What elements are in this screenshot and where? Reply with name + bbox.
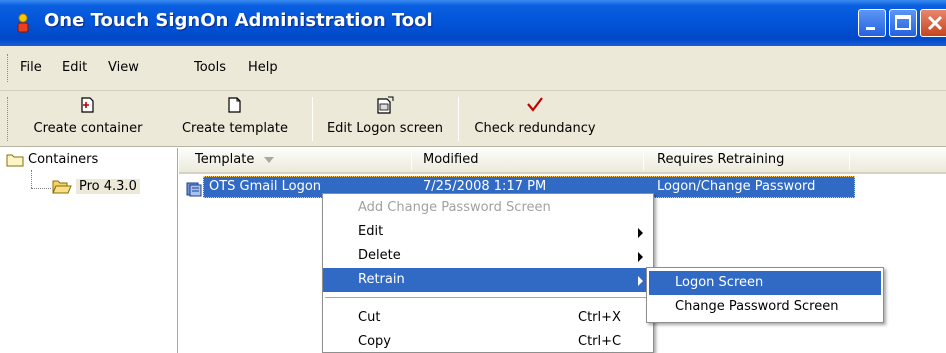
menu-bar: File Edit View Tools Help [0,46,946,91]
maximize-button[interactable] [889,9,917,37]
window-title: One Touch SignOn Administration Tool [44,10,433,31]
menu-tools[interactable]: Tools [194,60,226,75]
menu-view[interactable]: View [108,60,139,75]
tree-connector [31,188,51,189]
toolbar-separator [458,97,459,141]
column-header-requires-retraining[interactable]: Requires Retraining [651,148,784,172]
template-icon [186,182,202,197]
menu-item-label: Retrain [358,272,405,287]
column-divider[interactable] [643,152,644,170]
context-menu: Add Change Password Screen Edit Delete R… [322,193,654,353]
column-header-modified[interactable]: Modified [417,148,478,172]
column-header-label: Template [195,152,255,167]
column-divider[interactable] [849,152,850,170]
menu-help[interactable]: Help [248,60,278,75]
toolbar-separator [312,97,313,141]
submenu-arrow-icon [638,276,643,286]
menu-file[interactable]: File [20,60,42,75]
tree-node-containers[interactable]: Containers [6,152,98,167]
sort-descending-icon [264,156,275,163]
menu-item-shortcut: Ctrl+C [578,334,622,349]
column-divider[interactable] [411,152,412,170]
edit-logon-screen-button[interactable]: Edit Logon screen [318,95,452,143]
minimize-icon [866,27,875,30]
retrain-submenu: Logon Screen Change Password Screen [646,267,884,323]
open-folder-icon [52,180,72,194]
tree-node-label: Pro 4.3.0 [76,178,140,194]
menu-item-label: Edit [358,224,384,239]
create-template-button[interactable]: Create template [172,95,298,143]
tree-node-pro[interactable]: Pro 4.3.0 [52,178,140,194]
edit-screen-icon [377,96,394,114]
submenu-item-change-password-screen[interactable]: Change Password Screen [649,295,881,319]
menubar-grip[interactable] [7,54,10,82]
cell-modified: 7/25/2008 1:17 PM [423,179,547,194]
check-redundancy-label: Check redundancy [474,121,596,136]
menu-item-label: Copy [358,334,391,349]
menu-item-retrain[interactable]: Retrain [323,268,653,292]
new-container-icon [81,97,94,113]
menu-item-edit[interactable]: Edit [323,220,653,244]
menu-edit[interactable]: Edit [62,60,87,75]
close-icon [927,15,943,31]
toolbar-grip[interactable] [7,97,10,141]
edit-logon-screen-label: Edit Logon screen [326,121,444,136]
checkmark-icon [527,97,543,112]
menu-item-label: Cut [358,310,381,325]
cell-requires-retraining: Logon/Change Password [657,179,816,194]
column-header-template[interactable]: Template [189,148,275,172]
tree-node-label: Containers [28,152,99,167]
submenu-arrow-icon [638,252,643,262]
folder-icon [6,154,24,166]
cell-template: OTS Gmail Logon [209,179,322,194]
tree-connector [31,170,32,188]
toolbar: Create container Create template Edit Lo… [0,91,946,147]
submenu-item-logon-screen[interactable]: Logon Screen [649,271,881,295]
menu-item-cut[interactable]: Cut Ctrl+X [323,306,653,330]
maximize-icon [895,15,911,30]
close-button[interactable] [920,9,946,37]
minimize-button[interactable] [858,9,886,37]
submenu-arrow-icon [638,228,643,238]
menu-item-add-change-password-screen[interactable]: Add Change Password Screen [323,196,653,220]
create-container-button[interactable]: Create container [14,95,162,143]
app-user-icon [17,13,29,33]
menu-item-shortcut: Ctrl+X [578,310,621,325]
menu-item-delete[interactable]: Delete [323,244,653,268]
create-container-label: Create container [33,121,143,136]
menu-item-copy[interactable]: Copy Ctrl+C [323,330,653,353]
create-template-label: Create template [181,121,288,136]
list-header: Template Modified Requires Retraining [179,148,946,174]
menu-item-label: Delete [358,248,401,263]
check-redundancy-button[interactable]: Check redundancy [464,95,606,143]
new-document-icon [228,97,241,113]
title-bar[interactable]: One Touch SignOn Administration Tool [0,0,946,46]
menu-separator [325,297,651,298]
